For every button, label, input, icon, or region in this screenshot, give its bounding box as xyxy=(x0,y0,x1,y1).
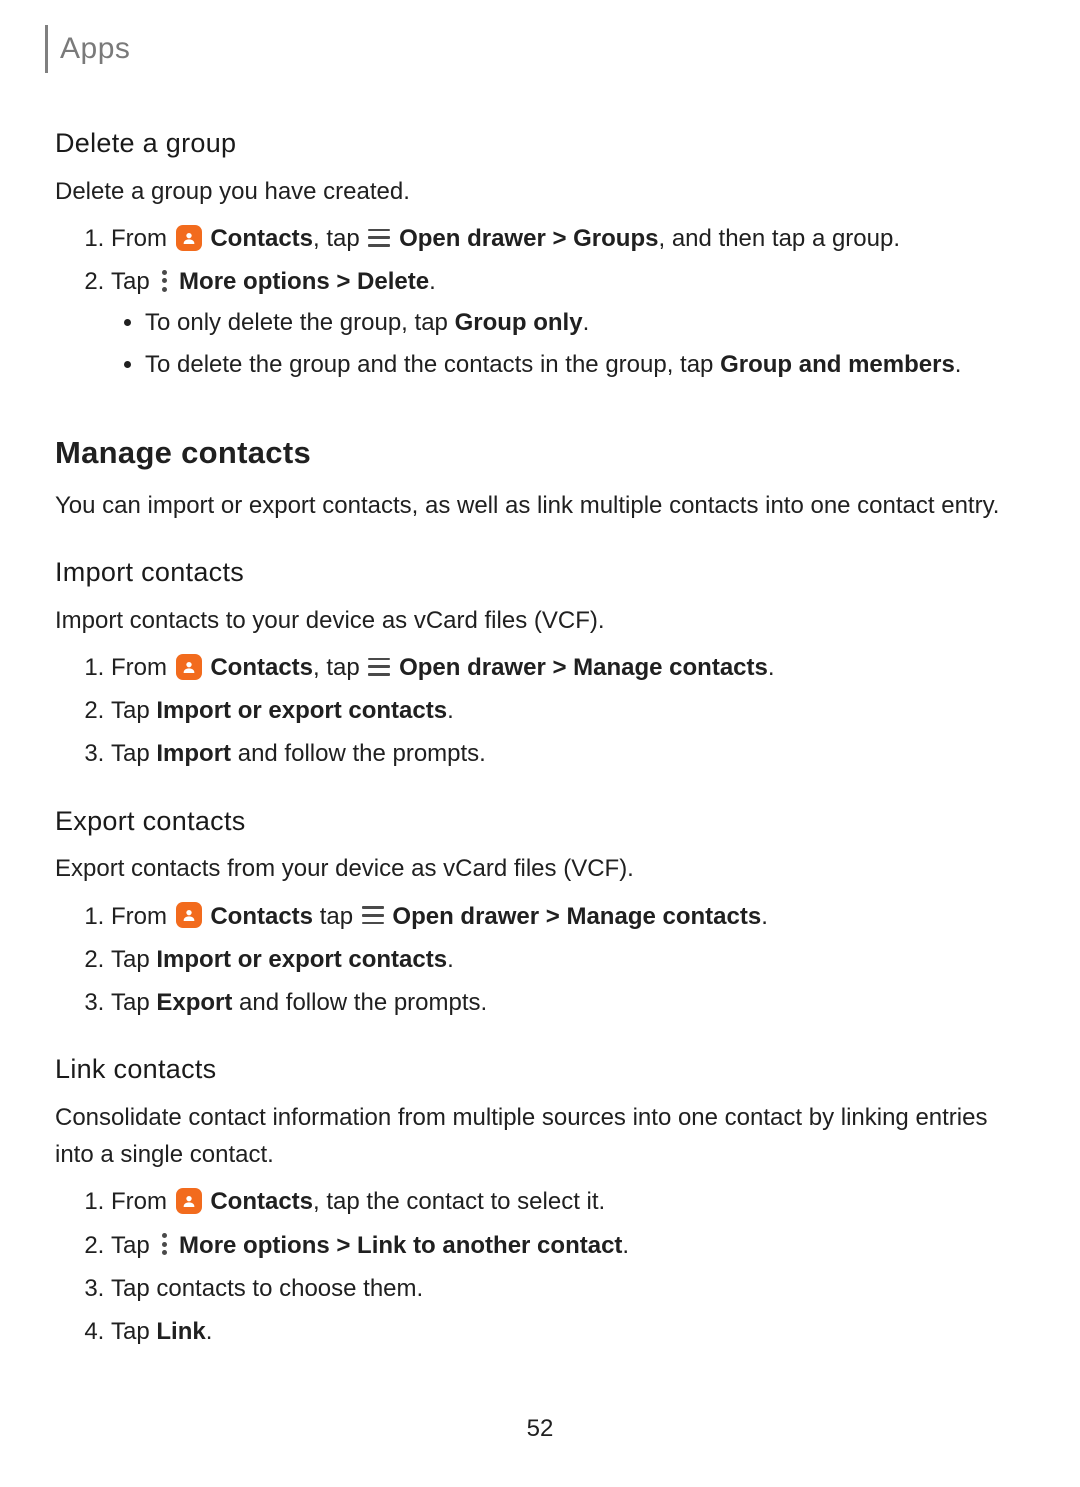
header-title: Apps xyxy=(60,26,130,73)
paragraph: Delete a group you have created. xyxy=(55,173,1025,210)
open-drawer-icon xyxy=(368,658,390,676)
chevron-icon: > xyxy=(546,903,560,930)
list-item: From Contacts tap Open drawer > Manage c… xyxy=(111,898,1025,935)
open-drawer-icon xyxy=(362,906,384,924)
heading-delete-group: Delete a group xyxy=(55,123,1025,165)
open-drawer-icon xyxy=(368,229,390,247)
ordered-list: From Contacts tap Open drawer > Manage c… xyxy=(55,898,1025,1022)
chevron-icon: > xyxy=(552,654,566,681)
heading-import-contacts: Import contacts xyxy=(55,552,1025,594)
list-item: To only delete the group, tap Group only… xyxy=(145,304,1025,341)
paragraph: Export contacts from your device as vCar… xyxy=(55,850,1025,887)
more-options-icon xyxy=(158,1232,170,1256)
paragraph: Import contacts to your device as vCard … xyxy=(55,602,1025,639)
list-item: To delete the group and the contacts in … xyxy=(145,346,1025,383)
contacts-icon xyxy=(176,1188,202,1214)
header-divider xyxy=(45,25,48,73)
heading-manage-contacts: Manage contacts xyxy=(55,429,1025,477)
list-item: Tap contacts to choose them. xyxy=(111,1270,1025,1307)
list-item: Tap More options > Delete. To only delet… xyxy=(111,263,1025,383)
chevron-icon: > xyxy=(336,1232,350,1259)
page-number: 52 xyxy=(55,1410,1025,1447)
ordered-list: From Contacts, tap Open drawer > Manage … xyxy=(55,649,1025,773)
heading-link-contacts: Link contacts xyxy=(55,1049,1025,1091)
page-header: Apps xyxy=(45,25,1025,73)
paragraph: Consolidate contact information from mul… xyxy=(55,1099,1025,1173)
paragraph: You can import or export contacts, as we… xyxy=(55,487,1025,524)
ordered-list: From Contacts, tap Open drawer > Groups,… xyxy=(55,220,1025,383)
ordered-list: From Contacts, tap the contact to select… xyxy=(55,1183,1025,1350)
list-item: Tap Import or export contacts. xyxy=(111,941,1025,978)
list-item: Tap Import or export contacts. xyxy=(111,692,1025,729)
heading-export-contacts: Export contacts xyxy=(55,801,1025,843)
list-item: Tap Import and follow the prompts. xyxy=(111,735,1025,772)
contacts-icon xyxy=(176,654,202,680)
more-options-icon xyxy=(158,269,170,293)
list-item: From Contacts, tap Open drawer > Groups,… xyxy=(111,220,1025,257)
unordered-list: To only delete the group, tap Group only… xyxy=(111,304,1025,382)
list-item: From Contacts, tap the contact to select… xyxy=(111,1183,1025,1220)
contacts-icon xyxy=(176,902,202,928)
contacts-icon xyxy=(176,225,202,251)
chevron-icon: > xyxy=(336,268,350,295)
chevron-icon: > xyxy=(552,225,566,252)
list-item: From Contacts, tap Open drawer > Manage … xyxy=(111,649,1025,686)
list-item: Tap Export and follow the prompts. xyxy=(111,984,1025,1021)
list-item: Tap More options > Link to another conta… xyxy=(111,1227,1025,1264)
list-item: Tap Link. xyxy=(111,1313,1025,1350)
